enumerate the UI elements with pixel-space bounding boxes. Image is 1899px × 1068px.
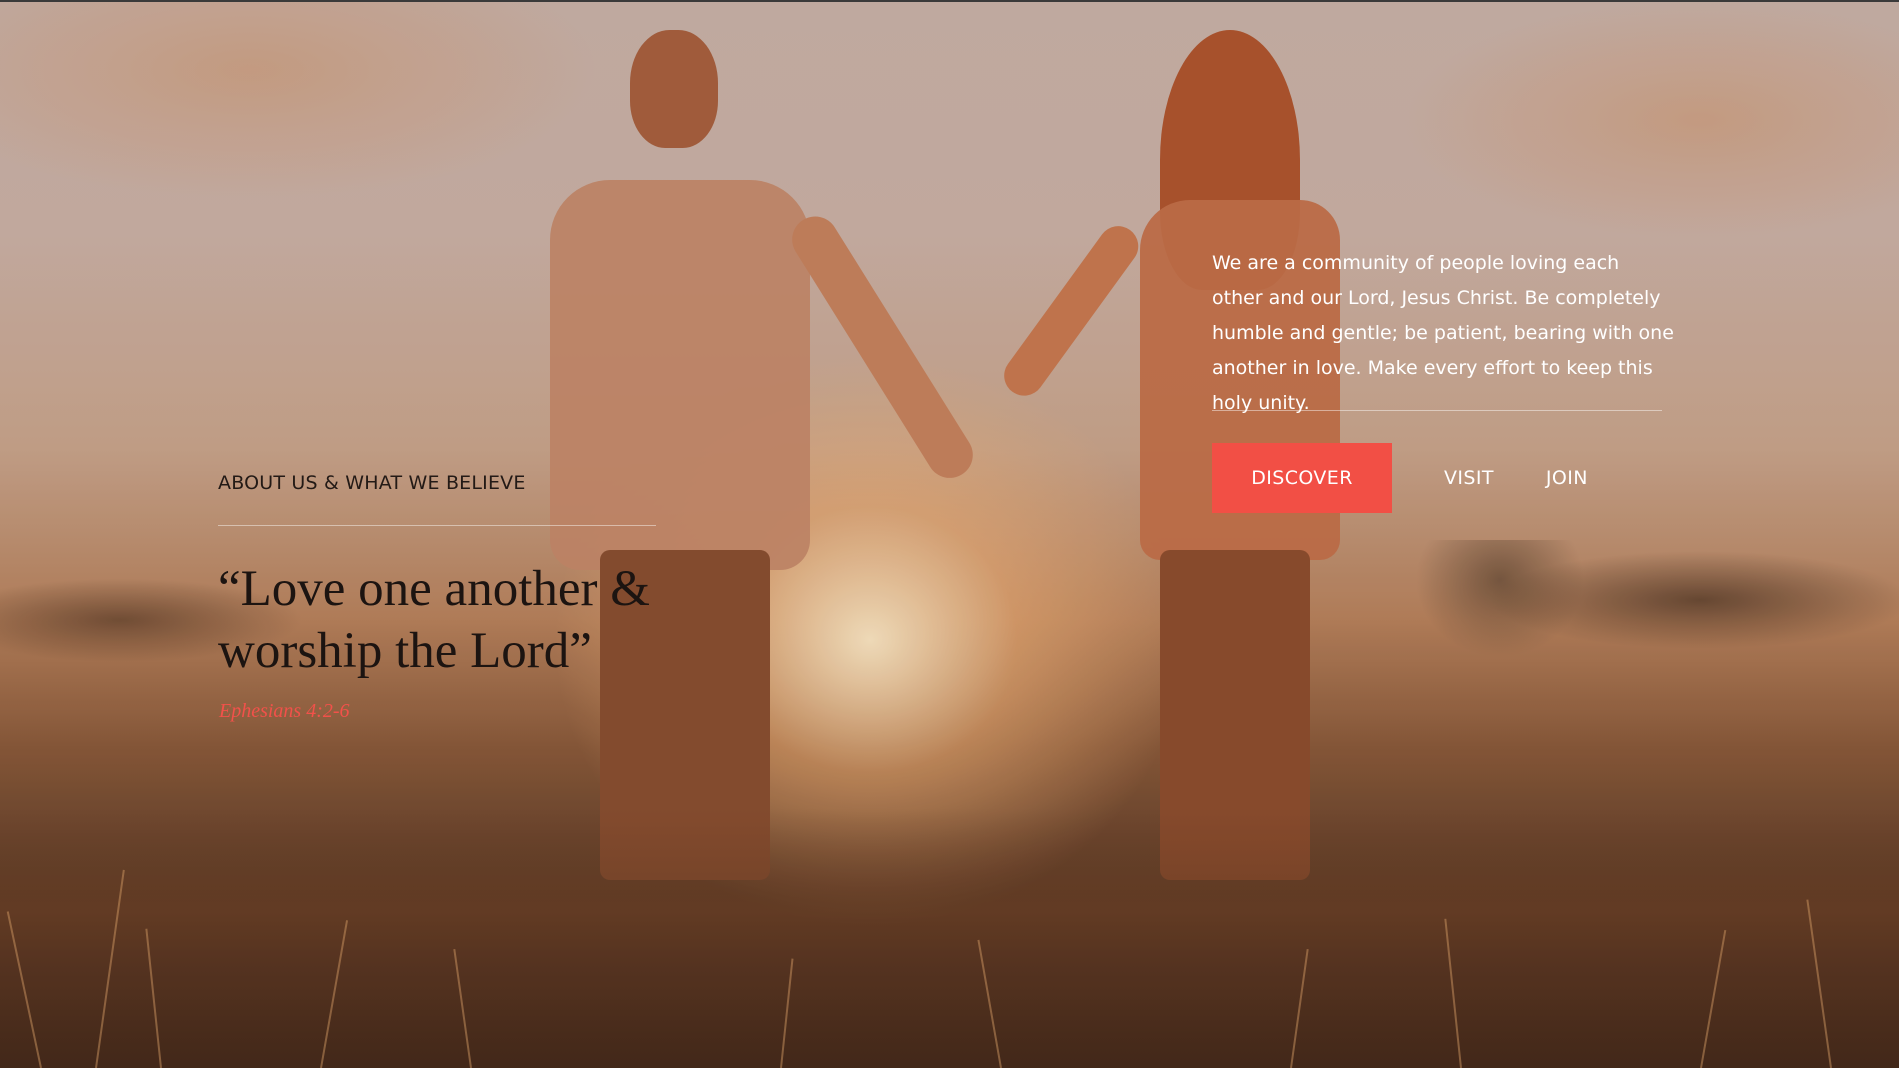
top-border	[0, 0, 1899, 2]
discover-button[interactable]: DISCOVER	[1212, 443, 1392, 513]
kicker-divider	[218, 525, 656, 526]
intro-divider	[1212, 410, 1662, 411]
visit-link[interactable]: VISIT	[1444, 467, 1494, 489]
action-buttons: DISCOVER VISIT JOIN	[1212, 443, 1588, 513]
quote-citation: Ephesians 4:2-6	[219, 700, 350, 722]
section-kicker: ABOUT US & WHAT WE BELIEVE	[218, 472, 526, 494]
quote-heading: “Love one another & worship the Lord”	[218, 561, 650, 679]
join-link[interactable]: JOIN	[1546, 467, 1588, 489]
intro-paragraph: We are a community of people loving each…	[1212, 252, 1674, 414]
